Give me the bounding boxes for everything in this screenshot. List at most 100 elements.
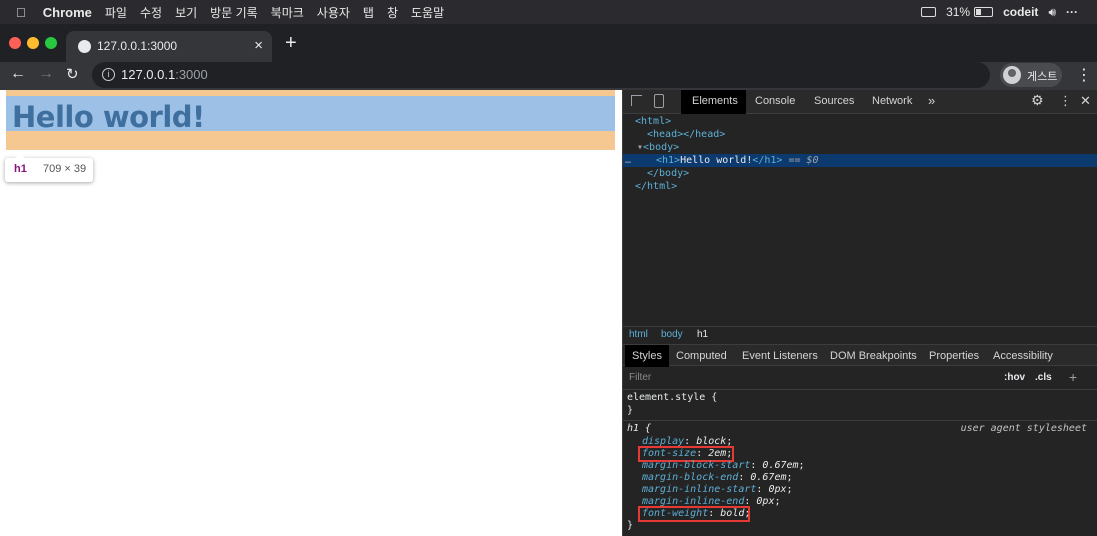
tag-body-close: </body> [647, 168, 690, 179]
dom-head[interactable]: <head></head> [647, 129, 725, 140]
page-heading: Hello world! [12, 100, 205, 134]
zoom-window-button[interactable] [45, 37, 57, 49]
address-bar[interactable]: i 127.0.0.1:3000 [92, 62, 990, 88]
prop-name: margin-block-end [642, 472, 739, 483]
tab-close-icon[interactable]: × [254, 37, 263, 54]
breadcrumb-html[interactable]: html [629, 329, 648, 340]
tooltip-size: 709 × 39 [43, 163, 87, 175]
menu-app-name[interactable]: Chrome [43, 5, 92, 20]
back-arrow-icon[interactable]: ← [10, 65, 26, 83]
menubar-more-icon[interactable]: ··· [1066, 5, 1078, 19]
cls-toggle[interactable]: .cls [1035, 372, 1052, 383]
decl-font-weight[interactable]: font-weight: bold; [642, 508, 750, 519]
close-window-button[interactable] [9, 37, 21, 49]
tag-h1-close: </h1> [752, 155, 783, 166]
tab-network[interactable]: Network [872, 95, 912, 107]
menu-bookmarks[interactable]: 북마크 [271, 4, 304, 21]
prop-name: margin-block-start [642, 460, 751, 471]
element-style-close: } [627, 405, 634, 416]
dom-html-close[interactable]: </html> [635, 181, 677, 192]
device-toolbar-icon[interactable] [654, 94, 664, 108]
dom-ellipsis[interactable]: … [625, 155, 631, 166]
menu-help[interactable]: 도움말 [411, 4, 444, 21]
info-icon[interactable]: i [102, 68, 115, 81]
tab-elements[interactable]: Elements [692, 95, 738, 107]
menu-edit[interactable]: 수정 [140, 4, 162, 21]
styles-filter-bar: Filter :hov .cls + [623, 366, 1097, 390]
devtools-tabbar: Elements Console Sources Network » ⚙ ⋮ ✕ [623, 90, 1097, 114]
mac-menubar:  Chrome 파일 수정 보기 방문 기록 북마크 사용자 탭 창 도움말 … [0, 0, 1097, 24]
menu-history[interactable]: 방문 기록 [210, 4, 258, 21]
breadcrumb-body[interactable]: body [661, 329, 683, 340]
globe-icon [78, 40, 91, 53]
dom-html-open[interactable]: <html> [635, 116, 671, 127]
rule-selector[interactable]: h1 { [627, 423, 651, 434]
battery-icon[interactable] [974, 7, 994, 17]
browser-tab[interactable]: 127.0.0.1:3000 × [66, 31, 272, 62]
tab-event-listeners[interactable]: Event Listeners [742, 350, 818, 362]
tag-html-open: <html> [635, 116, 672, 127]
decl-margin-inline-start[interactable]: margin-inline-start: 0px; [642, 484, 793, 495]
devtools-close-icon[interactable]: ✕ [1080, 93, 1091, 109]
prop-value: 0px [768, 484, 787, 495]
decl-margin-block-end[interactable]: margin-block-end: 0.67em; [642, 472, 793, 483]
prop-value: bold [720, 508, 745, 519]
menu-people[interactable]: 사용자 [317, 4, 350, 21]
decl-margin-block-start[interactable]: margin-block-start: 0.67em; [642, 460, 805, 471]
rule-source: user agent stylesheet [960, 423, 1087, 434]
devtools-panel: Elements Console Sources Network » ⚙ ⋮ ✕… [622, 90, 1097, 536]
prop-name: font-weight [642, 508, 709, 519]
devtools-menu-icon[interactable]: ⋮ [1059, 93, 1072, 109]
prop-value: 0.67em [762, 460, 799, 471]
page-viewport: Hello world! h1 709 × 39 [0, 90, 622, 536]
apple-menu-icon[interactable]:  [16, 5, 26, 20]
dom-h1[interactable]: <h1>Hello world!</h1> == $0 [656, 155, 819, 166]
hov-toggle[interactable]: :hov [1004, 372, 1025, 383]
minimize-window-button[interactable] [27, 37, 39, 49]
dom-body-open[interactable]: ▾<body> [637, 142, 679, 153]
reload-icon[interactable]: ↻ [66, 65, 79, 83]
tab-properties[interactable]: Properties [929, 350, 979, 362]
rule-divider [623, 420, 1097, 421]
menu-tab[interactable]: 탭 [363, 4, 374, 21]
tab-console[interactable]: Console [755, 95, 795, 107]
chrome-menu-icon[interactable]: ⋮ [1076, 65, 1092, 85]
margin-overlay-bottom [6, 131, 615, 150]
url-port: :3000 [175, 67, 208, 82]
breadcrumb-h1[interactable]: h1 [697, 329, 708, 340]
profile-label: 게스트 [1027, 71, 1058, 83]
forward-arrow-icon[interactable]: → [38, 65, 54, 83]
new-tab-button[interactable]: + [285, 32, 297, 55]
tab-dom-breakpoints[interactable]: DOM Breakpoints [830, 350, 917, 362]
tab-sources[interactable]: Sources [814, 95, 854, 107]
menu-file[interactable]: 파일 [105, 4, 127, 21]
decl-font-size[interactable]: font-size: 2em; [642, 448, 732, 459]
tooltip-tag: h1 [14, 163, 27, 175]
element-style-selector[interactable]: element.style { [627, 392, 717, 403]
dom-body-close[interactable]: </body> [647, 168, 689, 179]
tab-computed[interactable]: Computed [676, 350, 727, 362]
screen-record-icon[interactable] [921, 7, 937, 17]
inspect-tooltip: h1 709 × 39 [5, 153, 93, 182]
tab-accessibility[interactable]: Accessibility [993, 350, 1053, 362]
user-name[interactable]: codeit [1003, 5, 1038, 19]
prop-value: 0px [756, 496, 775, 507]
battery-percent: 31% [946, 5, 971, 19]
inspect-element-icon[interactable] [631, 95, 642, 106]
content-overlay: Hello world! [6, 96, 615, 134]
url-host: 127.0.0.1 [121, 67, 176, 82]
filter-input[interactable]: Filter [629, 372, 651, 383]
avatar-icon [1003, 66, 1021, 84]
rule-close: } [627, 520, 634, 531]
menu-view[interactable]: 보기 [175, 4, 197, 21]
menu-window[interactable]: 창 [387, 4, 398, 21]
styles-tabbar: Styles Computed Event Listeners DOM Brea… [623, 344, 1097, 367]
new-rule-plus-icon[interactable]: + [1069, 369, 1077, 385]
profile-button[interactable]: 게스트 [1000, 63, 1062, 87]
settings-gear-icon[interactable]: ⚙ [1031, 92, 1044, 109]
speaker-icon[interactable]: 🔊︎ [1048, 5, 1056, 20]
tag-body-open: <body> [643, 142, 680, 153]
tab-styles[interactable]: Styles [632, 350, 662, 362]
more-tabs-icon[interactable]: » [928, 93, 935, 108]
prop-name: margin-inline-start [642, 484, 757, 495]
